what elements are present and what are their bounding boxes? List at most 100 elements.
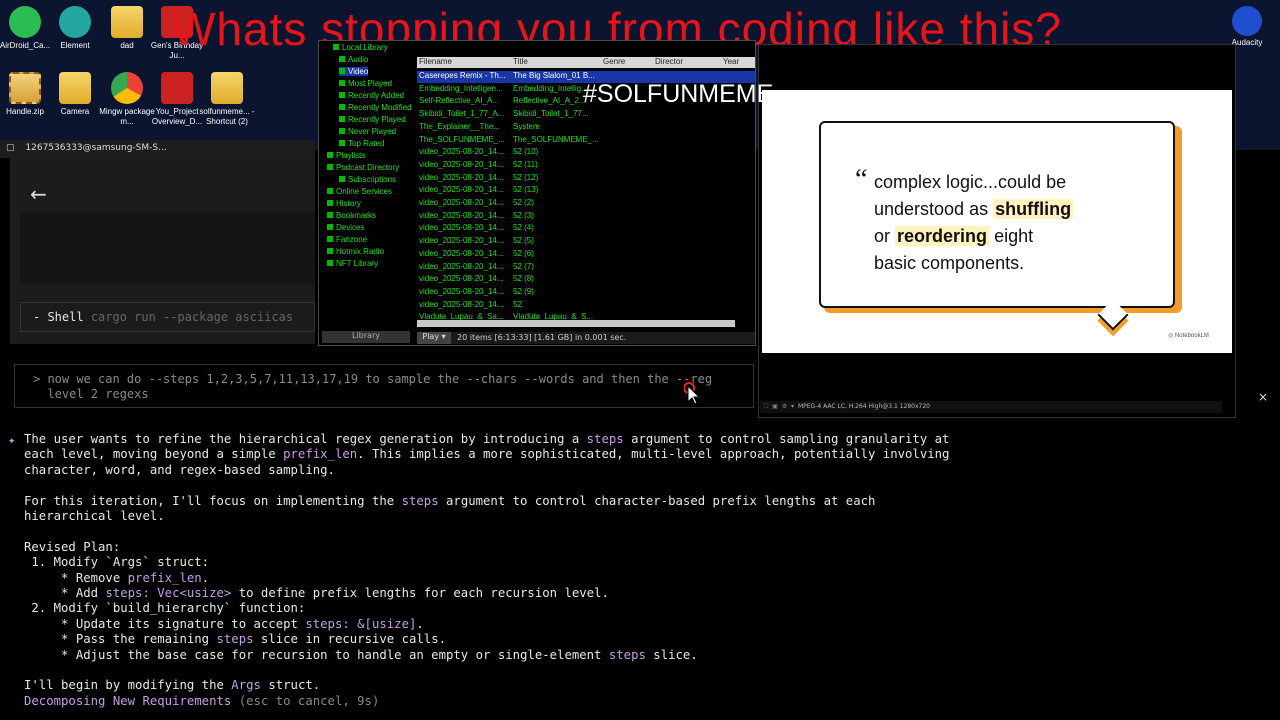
row-title: System: [513, 121, 540, 131]
tree-item-icon: [339, 116, 345, 122]
desktop-icon-label: dad: [120, 41, 134, 50]
table-row[interactable]: video_2025-08-20_14... 52 (3): [417, 211, 755, 223]
tree-item[interactable]: Recently Modified: [339, 103, 412, 112]
row-filename: The_Explainer__The...: [419, 121, 500, 131]
row-filename: video_2025-08-20_14...: [419, 248, 504, 258]
tree-item-icon: [339, 140, 345, 146]
fullscreen-icon[interactable]: ⛶: [764, 403, 768, 410]
table-row[interactable]: video_2025-08-20_14... 52 (6): [417, 249, 755, 261]
tree-item-icon: [327, 236, 333, 242]
tree-item-icon: [327, 200, 333, 206]
column-title[interactable]: Title: [513, 57, 528, 66]
desktop-icon-audacity[interactable]: Audacity: [1222, 6, 1272, 47]
tree-item-label: Audio: [348, 55, 369, 64]
tree-item[interactable]: Recently Added: [339, 91, 404, 100]
tree-item[interactable]: Audio: [339, 55, 368, 64]
folder-shortcut-icon: [211, 72, 243, 104]
sparkle-icon: ✦: [8, 433, 16, 447]
horizontal-scrollbar[interactable]: [417, 320, 735, 327]
table-row[interactable]: video_2025-08-20_14... 52: [417, 300, 755, 312]
tree-item[interactable]: Playlists: [327, 151, 365, 160]
terminal-text: 1. Modify `Args` struct:: [24, 555, 210, 570]
terminal-text: character, word, and regex-based samplin…: [24, 462, 335, 477]
window-title: 1267536333@samsung-SM-S...: [25, 143, 167, 153]
tree-item[interactable]: Recently Played: [339, 115, 406, 124]
chevron-down-icon[interactable]: ▾: [791, 403, 794, 410]
library-button[interactable]: Library: [322, 331, 410, 343]
tree-item[interactable]: History: [327, 199, 361, 208]
tree-item-icon: [333, 44, 339, 50]
tree-item-label: Recently Played: [348, 115, 406, 124]
table-row[interactable]: video_2025-08-20_14... 52 (9): [417, 287, 755, 299]
column-director[interactable]: Director: [655, 57, 683, 66]
shell-label: Shell: [47, 310, 84, 324]
row-filename: video_2025-08-20_14...: [419, 299, 504, 309]
tree-item-icon: [339, 56, 345, 62]
table-row[interactable]: video_2025-08-20_14... 52 (11): [417, 160, 755, 172]
terminal-line: * Add steps: Vec<usize> to define prefix…: [24, 586, 609, 601]
layout-icon[interactable]: ▣: [772, 403, 778, 410]
column-genre[interactable]: Genre: [603, 57, 625, 66]
tree-item[interactable]: Most Played: [339, 79, 392, 88]
tree-item[interactable]: Bookmarks: [327, 211, 376, 220]
tree-item[interactable]: Fanzone: [327, 235, 367, 244]
terminal-prompt-box[interactable]: > now we can do --steps 1,2,3,5,7,11,13,…: [14, 364, 754, 408]
tree-item[interactable]: Subscriptions: [339, 175, 396, 184]
video-file-icon: [161, 72, 193, 104]
tree-item[interactable]: Never Played: [339, 127, 396, 136]
table-row[interactable]: video_2025-08-20_14... 52 (5): [417, 236, 755, 248]
tree-item-icon: [339, 176, 345, 182]
tree-item[interactable]: Podcast Directory: [327, 163, 399, 172]
terminal-code-token: prefix_len: [127, 570, 202, 585]
tree-item-icon: [327, 188, 333, 194]
table-row[interactable]: video_2025-08-20_14... 52 (10): [417, 147, 755, 159]
desktop-icon-label: AirDroid_Ca...: [0, 41, 51, 50]
table-row[interactable]: video_2025-08-20_14... 52 (4): [417, 223, 755, 235]
play-button[interactable]: Play ▾: [417, 332, 451, 344]
quote-line-4: basic components.: [874, 253, 1025, 273]
close-icon[interactable]: ×: [1258, 390, 1268, 404]
tree-item-icon: [327, 164, 333, 170]
row-title: 52 (8): [513, 274, 534, 284]
desktop-icon-solfunmeme-shortcut[interactable]: solfunmeme... - Shortcut (2): [196, 72, 258, 127]
table-row[interactable]: video_2025-08-20_14... 52 (13): [417, 185, 755, 197]
table-row[interactable]: video_2025-08-20_14... 52 (8): [417, 274, 755, 286]
table-row[interactable]: Skibidi_Toilet_1_77_A... Skibidi_Toilet_1…: [417, 109, 755, 121]
row-filename: video_2025-08-20_14...: [419, 274, 504, 284]
tree-item[interactable]: Online Services: [327, 187, 392, 196]
tree-item-label: NFT Library: [336, 259, 379, 268]
tree-item-label: Online Services: [336, 187, 393, 196]
terminal-code-token: steps: Vec<usize>: [105, 586, 232, 600]
terminal-code-token: steps: [586, 432, 624, 446]
table-row[interactable]: The_SOLFUNMEME_... The_SOLFUNMEME_...: [417, 135, 755, 147]
column-filename[interactable]: Filename: [419, 57, 452, 66]
back-arrow-icon[interactable]: ←: [30, 182, 47, 206]
row-title: Skibidi_Toilet_1_77...: [513, 109, 589, 119]
terminal-text: slice in recursive calls.: [253, 632, 447, 647]
row-filename: video_2025-08-20_14...: [419, 286, 504, 296]
terminal-text: * Remove: [24, 570, 128, 585]
terminal-text: . This implies a more sophisticated, mul…: [357, 447, 950, 462]
desktop-icon-label: Handle.zip: [6, 107, 44, 116]
table-row[interactable]: video_2025-08-20_14... 52 (12): [417, 173, 755, 185]
tree-item[interactable]: Local Library: [333, 43, 388, 52]
tree-item[interactable]: Devices: [327, 223, 364, 232]
row-title: Embedding_Intellig...: [513, 83, 588, 93]
tree-item[interactable]: NFT Library: [327, 259, 378, 268]
row-title: 52 (10): [513, 147, 539, 157]
tree-item[interactable]: Video: [339, 67, 369, 76]
column-year[interactable]: Year: [723, 57, 739, 66]
shell-command-row[interactable]: - Shell cargo run --package asciicas: [20, 302, 315, 332]
tree-item[interactable]: Hotmix Radio: [327, 247, 384, 256]
quote-line-3: or: [874, 226, 891, 246]
tree-item-icon: [327, 248, 333, 254]
table-row[interactable]: video_2025-08-20_14... 52 (2): [417, 198, 755, 210]
table-row[interactable]: video_2025-08-20_14... 52 (7): [417, 262, 755, 274]
tree-item[interactable]: Top Rated: [339, 139, 384, 148]
video-status-bar: ⛶ ▣ ⚙ ▾ MPEG-4 AAC LC, H.264 High@3.1 12…: [760, 401, 1222, 413]
terminal-code-token: prefix_len: [283, 447, 358, 462]
terminal-line: I'll begin by modifying the Args struct.: [24, 678, 320, 693]
table-row[interactable]: The_Explainer__The... System: [417, 122, 755, 134]
settings-icon[interactable]: ⚙: [782, 403, 787, 410]
phone-mirror-titlebar[interactable]: ▢ 1267536333@samsung-SM-S...: [0, 140, 315, 158]
